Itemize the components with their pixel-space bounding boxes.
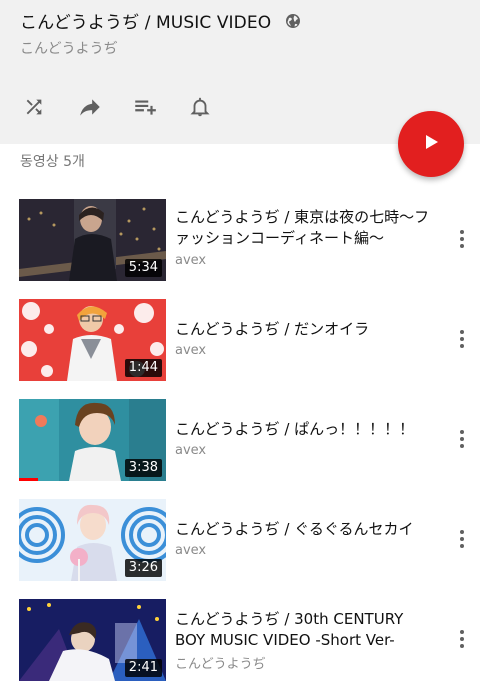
video-duration: 2:41 <box>124 659 162 677</box>
video-count: 동영상 5개 <box>20 154 85 170</box>
video-thumbnail[interactable]: 1:44 <box>19 299 166 381</box>
video-thumbnail[interactable]: 3:26 <box>19 499 166 581</box>
watch-progress-bar <box>19 478 39 481</box>
more-options-icon[interactable] <box>452 329 472 349</box>
video-duration: 3:26 <box>124 559 162 577</box>
more-options-icon[interactable] <box>452 429 472 449</box>
video-duration: 3:38 <box>124 459 162 477</box>
video-title[interactable]: こんどうようぢ / だンオイラ <box>175 319 430 340</box>
playlist-actions <box>0 92 260 122</box>
video-title[interactable]: こんどうようぢ / 30th CENTURY BOY MUSIC VIDEO -… <box>175 609 430 651</box>
more-options-icon[interactable] <box>452 529 472 549</box>
list-item[interactable]: 3:38 こんどうようぢ / ぱんっ！！！！！ avex <box>0 399 480 483</box>
video-channel: avex <box>175 253 207 268</box>
share-icon[interactable] <box>75 92 105 122</box>
video-duration: 5:34 <box>124 259 162 277</box>
list-item[interactable]: 5:34 こんどうようぢ / 東京は夜の七時～ファッションコーディネート編～ a… <box>0 199 480 283</box>
more-options-icon[interactable] <box>452 629 472 649</box>
video-title[interactable]: こんどうようぢ / ぐるぐるんセカイ <box>175 519 430 540</box>
video-channel: avex <box>175 343 207 358</box>
play-all-button[interactable] <box>398 111 464 177</box>
video-thumbnail[interactable]: 3:38 <box>19 399 166 481</box>
video-thumbnail[interactable]: 2:41 <box>19 599 166 681</box>
more-options-icon[interactable] <box>452 229 472 249</box>
playlist-channel[interactable]: こんどうようぢ <box>20 38 118 58</box>
shuffle-icon[interactable] <box>19 92 49 122</box>
bell-icon[interactable] <box>185 92 215 122</box>
video-channel: avex <box>175 443 207 458</box>
list-item[interactable]: 1:44 こんどうようぢ / だンオイラ avex <box>0 299 480 383</box>
playlist-title-row: こんどうようぢ / MUSIC VIDEO <box>20 8 301 33</box>
video-channel: こんどうようぢ <box>175 657 266 672</box>
video-duration: 1:44 <box>124 359 162 377</box>
playlist-title: こんどうようぢ / MUSIC VIDEO <box>20 13 272 33</box>
video-title[interactable]: こんどうようぢ / 東京は夜の七時～ファッションコーディネート編～ <box>175 207 430 249</box>
globe-icon <box>285 13 301 29</box>
add-to-queue-icon[interactable] <box>130 92 160 122</box>
play-icon <box>423 134 439 154</box>
video-channel: avex <box>175 543 207 558</box>
video-thumbnail[interactable]: 5:34 <box>19 199 166 281</box>
video-title[interactable]: こんどうようぢ / ぱんっ！！！！！ <box>175 419 430 440</box>
list-item[interactable]: 3:26 こんどうようぢ / ぐるぐるんセカイ avex <box>0 499 480 583</box>
list-item[interactable]: 2:41 こんどうようぢ / 30th CENTURY BOY MUSIC VI… <box>0 599 480 683</box>
